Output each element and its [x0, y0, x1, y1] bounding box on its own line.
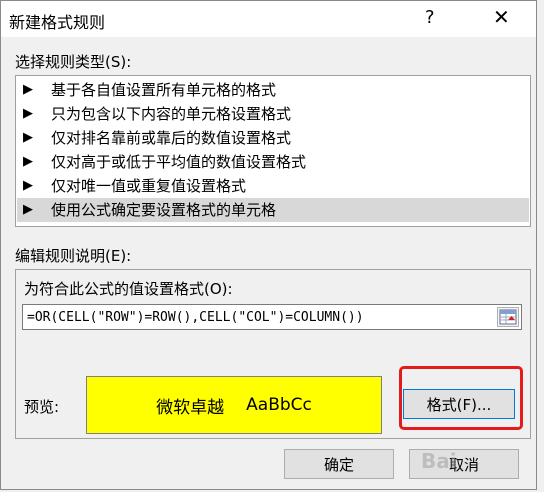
- dialog-title: 新建格式规则: [9, 13, 106, 32]
- ok-button[interactable]: 确定: [284, 449, 394, 479]
- collapse-dialog-icon: [499, 309, 517, 325]
- rule-type-item-each-value[interactable]: ▶ 基于各自值设置所有单元格的格式: [17, 78, 529, 102]
- rule-type-item-top-bottom[interactable]: ▶ 仅对排名靠前或靠后的数值设置格式: [17, 126, 529, 150]
- rule-type-item-label: 基于各自值设置所有单元格的格式: [51, 81, 277, 99]
- rule-type-item-label: 仅对唯一值或重复值设置格式: [51, 177, 247, 195]
- preview-sample-latin: AaBbCc: [246, 395, 312, 415]
- rule-type-list[interactable]: ▶ 基于各自值设置所有单元格的格式 ▶ 只为包含以下内容的单元格设置格式 ▶ 仅…: [15, 75, 531, 227]
- edit-rule-description-label: 编辑规则说明(E):: [15, 247, 132, 265]
- rule-type-item-label: 仅对高于或低于平均值的数值设置格式: [51, 153, 307, 171]
- formula-label: 为符合此公式的值设置格式(O):: [24, 280, 233, 298]
- format-preview: 微软卓越 AaBbCc: [86, 376, 382, 434]
- rule-type-item-unique-duplicate[interactable]: ▶ 仅对唯一值或重复值设置格式: [17, 174, 529, 198]
- arrow-right-icon: ▶: [23, 130, 33, 145]
- rule-type-label: 选择规则类型(S):: [15, 53, 132, 71]
- cancel-button-label: 取消: [448, 455, 479, 474]
- formula-field: [22, 304, 522, 330]
- help-button[interactable]: ?: [425, 7, 435, 28]
- preview-label: 预览:: [24, 398, 60, 416]
- rule-type-item-label: 只为包含以下内容的单元格设置格式: [51, 105, 292, 123]
- preview-sample-chinese: 微软卓越: [156, 397, 225, 418]
- arrow-right-icon: ▶: [23, 106, 33, 121]
- arrow-right-icon: ▶: [23, 154, 33, 169]
- formula-input[interactable]: [25, 307, 495, 327]
- rule-type-item-average[interactable]: ▶ 仅对高于或低于平均值的数值设置格式: [17, 150, 529, 174]
- arrow-right-icon: ▶: [23, 82, 33, 97]
- close-button[interactable]: ✕: [493, 5, 510, 29]
- range-select-button[interactable]: [497, 307, 519, 327]
- new-format-rule-dialog: 新建格式规则 ? ✕ 选择规则类型(S): ▶ 基于各自值设置所有单元格的格式 …: [0, 0, 537, 490]
- rule-type-item-contains[interactable]: ▶ 只为包含以下内容的单元格设置格式: [17, 102, 529, 126]
- arrow-right-icon: ▶: [23, 202, 33, 217]
- arrow-right-icon: ▶: [23, 178, 33, 193]
- rule-type-item-label: 仅对排名靠前或靠后的数值设置格式: [51, 129, 292, 147]
- ok-button-label: 确定: [323, 455, 354, 474]
- cancel-button[interactable]: 取消: [409, 449, 519, 479]
- title-bar: 新建格式规则 ? ✕: [1, 1, 536, 37]
- rule-type-item-formula[interactable]: ▶ 使用公式确定要设置格式的单元格: [17, 198, 529, 222]
- format-button-label: 格式(F)...: [426, 395, 492, 414]
- format-button[interactable]: 格式(F)...: [403, 389, 515, 419]
- rule-type-item-label: 使用公式确定要设置格式的单元格: [51, 201, 277, 219]
